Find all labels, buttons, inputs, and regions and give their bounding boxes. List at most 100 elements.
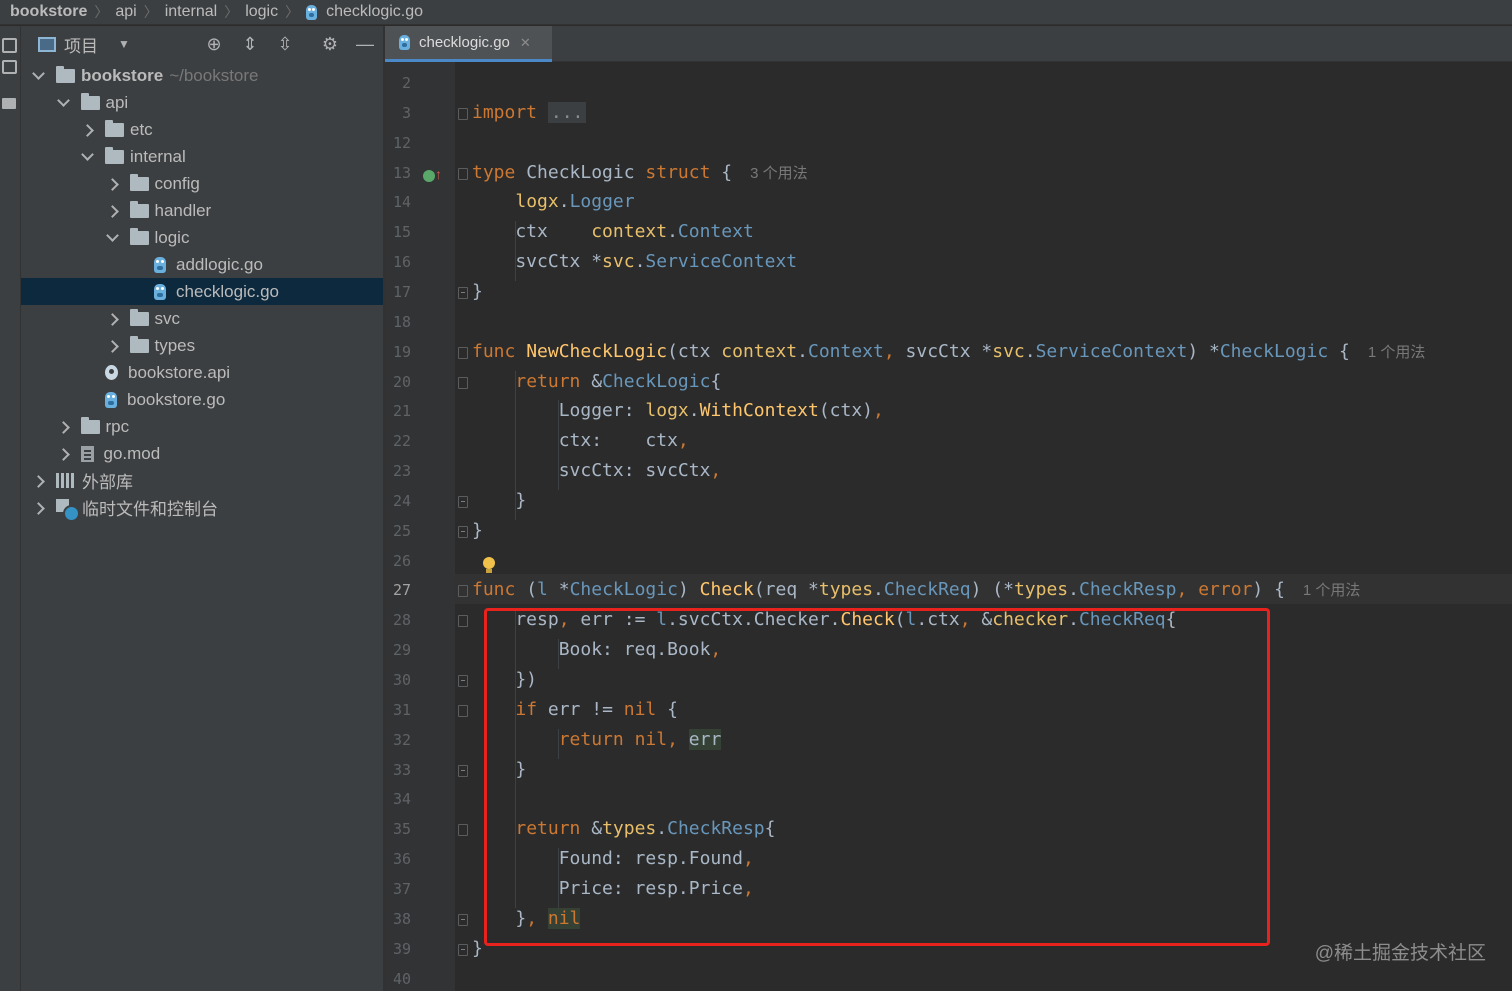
chevron-right-icon[interactable] [107,179,117,189]
breadcrumb-item[interactable]: api [115,3,136,21]
fold-open-icon[interactable] [458,376,468,389]
tree-item[interactable]: bookstore.go [21,386,383,413]
locate-icon[interactable]: ⊕ [204,34,224,54]
code-token: CheckLogic [515,161,646,183]
tree-item[interactable]: addlogic.go [21,251,383,278]
code-token: { [710,161,733,183]
breadcrumb-separator-icon: 〉 [285,4,300,20]
fold-close-icon[interactable] [458,286,468,299]
code-line[interactable]: } [472,520,483,541]
chevron-right-icon[interactable] [33,503,43,513]
chevron-right-icon[interactable] [58,449,68,459]
chevron-down-icon[interactable]: ▼ [118,37,130,51]
code-token: ) (* [970,579,1014,601]
fold-open-icon[interactable] [458,167,468,180]
fold-open-icon[interactable] [458,585,468,598]
code-line[interactable]: func (l *CheckLogic) Check(req *types.Ch… [472,579,1360,600]
tree-item[interactable]: bookstore ~/bookstore [21,62,383,89]
code-token[interactable]: ... [547,101,587,123]
fold-close-icon[interactable] [458,913,468,926]
tree-item[interactable]: go.mod [21,440,383,467]
project-tool-icon[interactable] [2,38,17,53]
usage-hint[interactable]: 1 个用法 [1368,344,1426,361]
code-token: & [580,370,603,392]
code-token: WithContext [699,400,819,422]
tree-item[interactable]: types [21,332,383,359]
folder-icon [80,416,100,434]
breadcrumb-item[interactable]: checklogic.go [306,3,423,21]
fold-close-icon[interactable] [458,525,468,538]
hide-panel-icon[interactable]: — [355,34,375,54]
fold-open-icon[interactable] [458,824,468,837]
structure-tool-icon[interactable] [2,60,17,74]
breadcrumb-item[interactable]: internal [165,3,217,21]
tree-item-label: addlogic.go [176,254,263,274]
folder-icon [105,119,124,137]
usage-hint[interactable]: 3 个用法 [750,165,808,182]
tree-item[interactable]: internal [21,143,383,170]
fold-close-icon[interactable] [458,943,468,956]
code-line[interactable]: import ... [472,101,587,123]
lightbulb-icon[interactable] [483,557,495,573]
tree-item[interactable]: api [21,89,383,116]
code-line[interactable]: svcCtx *svc.ServiceContext [472,251,797,272]
breadcrumb-item[interactable]: logic [245,3,278,21]
code-token: ) * [1187,340,1220,362]
chevron-right-icon[interactable] [107,206,117,216]
code-line[interactable]: ctx: ctx, [472,430,689,451]
line-number: 15 [392,223,411,242]
line-number-gutter[interactable]: 2 3 12 13 14 15 16 17 18 19 20 21 22 23 24 25 26 27 28 29 30… [385,62,455,991]
tree-item[interactable]: 外部库 [21,467,383,494]
project-panel: 项目 ▼ ⊕ ⇕ ⇳ ⚙ — bookstore ~/bookstore api et… [21,26,383,991]
project-panel-title[interactable]: 项目 [64,32,98,57]
tree-item[interactable]: handler [21,197,383,224]
fold-open-icon[interactable] [458,346,468,359]
tab-checklogic-go[interactable]: checklogic.go ✕ [385,26,552,62]
expand-all-icon[interactable]: ⇕ [240,34,260,54]
tree-item[interactable]: config [21,170,383,197]
tree-item[interactable]: bookstore.api [21,359,383,386]
gear-icon[interactable]: ⚙ [320,34,340,54]
fold-open-icon[interactable] [458,704,468,717]
tree-item[interactable]: rpc [21,413,383,440]
chevron-down-icon[interactable] [107,233,117,243]
tree-item-label: bookstore.go [127,389,226,409]
code-line[interactable]: } [472,490,526,511]
chevron-right-icon[interactable] [107,314,117,324]
code-line[interactable]: func NewCheckLogic(ctx context.Context, … [472,341,1425,362]
collapse-all-icon[interactable]: ⇳ [275,34,295,54]
tree-item[interactable]: logic [21,224,383,251]
code-token: ServiceContext [645,251,798,273]
fold-close-icon[interactable] [458,675,468,687]
implements-icon[interactable] [423,170,435,182]
chevron-down-icon[interactable] [82,152,92,162]
fold-close-icon[interactable] [458,495,468,508]
code-line[interactable]: return &CheckLogic{ [472,371,721,392]
tree-item[interactable]: etc [21,116,383,143]
chevron-down-icon[interactable] [58,98,68,108]
fold-open-icon[interactable] [458,107,468,120]
code-line[interactable]: } [472,938,483,959]
code-line[interactable]: } [472,281,483,302]
breadcrumb-label: checklogic.go [326,3,424,20]
tree-item[interactable]: checklogic.go [21,278,383,305]
up-arrow-icon[interactable]: ↑ [435,166,442,182]
usage-hint[interactable]: 1 个用法 [1303,582,1361,599]
code-line[interactable]: logx.Logger [472,191,634,212]
code-line[interactable]: Logger: logx.WithContext(ctx), [472,400,884,421]
chevron-right-icon[interactable] [82,125,92,135]
breadcrumb-item[interactable]: bookstore [10,3,87,21]
chevron-right-icon[interactable] [107,341,117,351]
code-line[interactable]: type CheckLogic struct {3 个用法 [472,162,808,183]
code-line[interactable]: svcCtx: svcCtx, [472,460,722,481]
chevron-right-icon[interactable] [58,422,68,432]
close-icon[interactable]: ✕ [520,35,531,51]
chevron-right-icon[interactable] [33,476,43,486]
folder-tool-icon[interactable] [2,98,16,109]
chevron-down-icon[interactable] [33,71,43,81]
fold-open-icon[interactable] [458,615,468,628]
tree-item-label: rpc [105,416,130,436]
tree-item[interactable]: svc [21,305,383,332]
fold-close-icon[interactable] [458,764,468,777]
tree-item[interactable]: 临时文件和控制台 [21,494,383,522]
